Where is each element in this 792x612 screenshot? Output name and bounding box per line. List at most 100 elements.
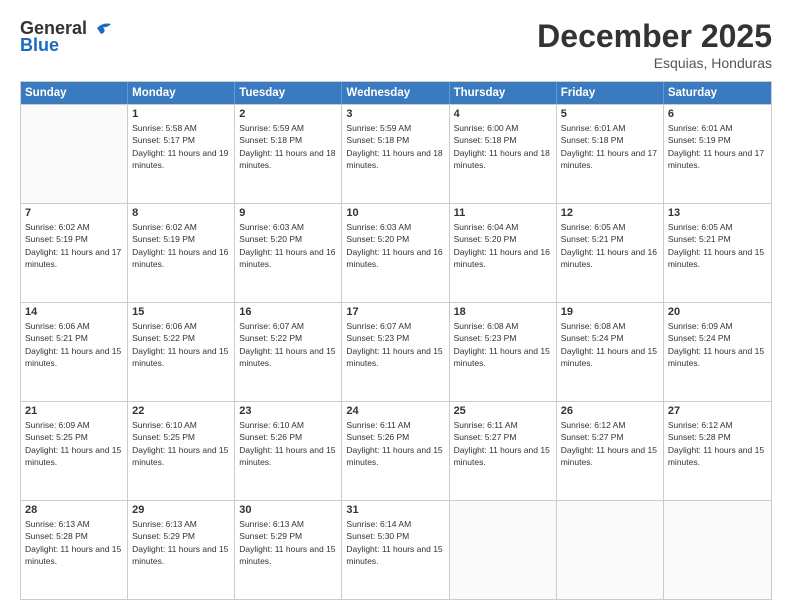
day-number: 24 — [346, 405, 444, 417]
day-number: 4 — [454, 108, 552, 120]
day-number: 29 — [132, 504, 230, 516]
day-number: 17 — [346, 306, 444, 318]
day-number: 28 — [25, 504, 123, 516]
table-row: 8 Sunrise: 6:02 AM Sunset: 5:19 PM Daylig… — [128, 204, 235, 302]
day-info: Sunrise: 5:58 AM Sunset: 5:17 PM Dayligh… — [132, 122, 230, 171]
day-info: Sunrise: 6:00 AM Sunset: 5:18 PM Dayligh… — [454, 122, 552, 171]
day-info: Sunrise: 6:09 AM Sunset: 5:25 PM Dayligh… — [25, 419, 123, 468]
day-number: 19 — [561, 306, 659, 318]
day-number: 31 — [346, 504, 444, 516]
day-number: 15 — [132, 306, 230, 318]
header-day-friday: Friday — [557, 82, 664, 104]
table-row: 30Sunrise: 6:13 AM Sunset: 5:29 PM Dayli… — [235, 501, 342, 599]
day-number: 14 — [25, 306, 123, 318]
calendar-body: 1 Sunrise: 5:58 AM Sunset: 5:17 PM Daylig… — [21, 104, 771, 599]
day-info: Sunrise: 6:13 AM Sunset: 5:29 PM Dayligh… — [132, 518, 230, 567]
day-info: Sunrise: 6:12 AM Sunset: 5:28 PM Dayligh… — [668, 419, 767, 468]
day-info: Sunrise: 6:10 AM Sunset: 5:25 PM Dayligh… — [132, 419, 230, 468]
table-row: 31 Sunrise: 6:14 AM Sunset: 5:30 PM Dayli… — [342, 501, 449, 599]
day-info: Sunrise: 5:59 AM Sunset: 5:18 PM Dayligh… — [239, 122, 337, 171]
day-info: Sunrise: 6:11 AM Sunset: 5:26 PM Dayligh… — [346, 419, 444, 468]
table-row — [664, 501, 771, 599]
table-row — [557, 501, 664, 599]
table-row: 15 Sunrise: 6:06 AM Sunset: 5:22 PM Dayli… — [128, 303, 235, 401]
day-number: 11 — [454, 207, 552, 219]
day-info: Sunrise: 6:02 AM Sunset: 5:19 PM Dayligh… — [25, 221, 123, 270]
day-info: Sunrise: 6:07 AM Sunset: 5:23 PM Dayligh… — [346, 320, 444, 369]
logo: General Blue — [20, 18, 111, 56]
day-info: Sunrise: 6:05 AM Sunset: 5:21 PM Dayligh… — [561, 221, 659, 270]
day-info: Sunrise: 6:09 AM Sunset: 5:24 PM Dayligh… — [668, 320, 767, 369]
table-row: 6Sunrise: 6:01 AM Sunset: 5:19 PM Daylig… — [664, 105, 771, 203]
table-row: 3 Sunrise: 5:59 AM Sunset: 5:18 PM Daylig… — [342, 105, 449, 203]
day-number: 20 — [668, 306, 767, 318]
day-number: 3 — [346, 108, 444, 120]
table-row: 5Sunrise: 6:01 AM Sunset: 5:18 PM Daylig… — [557, 105, 664, 203]
table-row — [21, 105, 128, 203]
table-row: 12 Sunrise: 6:05 AM Sunset: 5:21 PM Dayli… — [557, 204, 664, 302]
header-day-saturday: Saturday — [664, 82, 771, 104]
day-info: Sunrise: 6:02 AM Sunset: 5:19 PM Dayligh… — [132, 221, 230, 270]
calendar-week-3: 21Sunrise: 6:09 AM Sunset: 5:25 PM Dayli… — [21, 401, 771, 500]
calendar-header: SundayMondayTuesdayWednesdayThursdayFrid… — [21, 82, 771, 104]
page: General Blue December 2025 Esquias, Hond… — [0, 0, 792, 612]
table-row: 18Sunrise: 6:08 AM Sunset: 5:23 PM Dayli… — [450, 303, 557, 401]
day-number: 13 — [668, 207, 767, 219]
table-row: 24 Sunrise: 6:11 AM Sunset: 5:26 PM Dayli… — [342, 402, 449, 500]
day-number: 10 — [346, 207, 444, 219]
table-row: 2 Sunrise: 5:59 AM Sunset: 5:18 PM Daylig… — [235, 105, 342, 203]
day-number: 18 — [454, 306, 552, 318]
day-info: Sunrise: 6:05 AM Sunset: 5:21 PM Dayligh… — [668, 221, 767, 270]
calendar-week-0: 1 Sunrise: 5:58 AM Sunset: 5:17 PM Daylig… — [21, 104, 771, 203]
table-row — [450, 501, 557, 599]
table-row: 20 Sunrise: 6:09 AM Sunset: 5:24 PM Dayli… — [664, 303, 771, 401]
table-row: 10 Sunrise: 6:03 AM Sunset: 5:20 PM Dayli… — [342, 204, 449, 302]
table-row: 25Sunrise: 6:11 AM Sunset: 5:27 PM Dayli… — [450, 402, 557, 500]
table-row: 11Sunrise: 6:04 AM Sunset: 5:20 PM Dayli… — [450, 204, 557, 302]
month-title: December 2025 — [537, 18, 772, 55]
day-number: 25 — [454, 405, 552, 417]
day-number: 2 — [239, 108, 337, 120]
header-day-sunday: Sunday — [21, 82, 128, 104]
logo-blue: Blue — [20, 35, 59, 56]
table-row: 22Sunrise: 6:10 AM Sunset: 5:25 PM Dayli… — [128, 402, 235, 500]
day-number: 7 — [25, 207, 123, 219]
day-info: Sunrise: 6:13 AM Sunset: 5:28 PM Dayligh… — [25, 518, 123, 567]
day-number: 30 — [239, 504, 337, 516]
day-info: Sunrise: 6:10 AM Sunset: 5:26 PM Dayligh… — [239, 419, 337, 468]
day-number: 1 — [132, 108, 230, 120]
table-row: 23Sunrise: 6:10 AM Sunset: 5:26 PM Dayli… — [235, 402, 342, 500]
day-info: Sunrise: 6:01 AM Sunset: 5:19 PM Dayligh… — [668, 122, 767, 171]
day-number: 12 — [561, 207, 659, 219]
header-day-wednesday: Wednesday — [342, 82, 449, 104]
day-info: Sunrise: 6:06 AM Sunset: 5:22 PM Dayligh… — [132, 320, 230, 369]
calendar-week-2: 14 Sunrise: 6:06 AM Sunset: 5:21 PM Dayli… — [21, 302, 771, 401]
day-info: Sunrise: 6:14 AM Sunset: 5:30 PM Dayligh… — [346, 518, 444, 567]
table-row: 26Sunrise: 6:12 AM Sunset: 5:27 PM Dayli… — [557, 402, 664, 500]
day-info: Sunrise: 6:03 AM Sunset: 5:20 PM Dayligh… — [239, 221, 337, 270]
title-block: December 2025 Esquias, Honduras — [537, 18, 772, 71]
table-row: 1 Sunrise: 5:58 AM Sunset: 5:17 PM Daylig… — [128, 105, 235, 203]
table-row: 21Sunrise: 6:09 AM Sunset: 5:25 PM Dayli… — [21, 402, 128, 500]
day-info: Sunrise: 6:06 AM Sunset: 5:21 PM Dayligh… — [25, 320, 123, 369]
day-number: 16 — [239, 306, 337, 318]
header-day-thursday: Thursday — [450, 82, 557, 104]
day-number: 26 — [561, 405, 659, 417]
day-number: 9 — [239, 207, 337, 219]
day-info: Sunrise: 6:03 AM Sunset: 5:20 PM Dayligh… — [346, 221, 444, 270]
day-number: 8 — [132, 207, 230, 219]
table-row: 27 Sunrise: 6:12 AM Sunset: 5:28 PM Dayli… — [664, 402, 771, 500]
table-row: 17 Sunrise: 6:07 AM Sunset: 5:23 PM Dayli… — [342, 303, 449, 401]
table-row: 14 Sunrise: 6:06 AM Sunset: 5:21 PM Dayli… — [21, 303, 128, 401]
logo-bird-icon — [89, 20, 111, 36]
table-row: 19 Sunrise: 6:08 AM Sunset: 5:24 PM Dayli… — [557, 303, 664, 401]
day-info: Sunrise: 5:59 AM Sunset: 5:18 PM Dayligh… — [346, 122, 444, 171]
calendar-week-4: 28 Sunrise: 6:13 AM Sunset: 5:28 PM Dayli… — [21, 500, 771, 599]
day-info: Sunrise: 6:08 AM Sunset: 5:24 PM Dayligh… — [561, 320, 659, 369]
table-row: 28 Sunrise: 6:13 AM Sunset: 5:28 PM Dayli… — [21, 501, 128, 599]
table-row: 4 Sunrise: 6:00 AM Sunset: 5:18 PM Daylig… — [450, 105, 557, 203]
day-number: 5 — [561, 108, 659, 120]
calendar-week-1: 7 Sunrise: 6:02 AM Sunset: 5:19 PM Daylig… — [21, 203, 771, 302]
day-number: 27 — [668, 405, 767, 417]
subtitle: Esquias, Honduras — [537, 55, 772, 71]
